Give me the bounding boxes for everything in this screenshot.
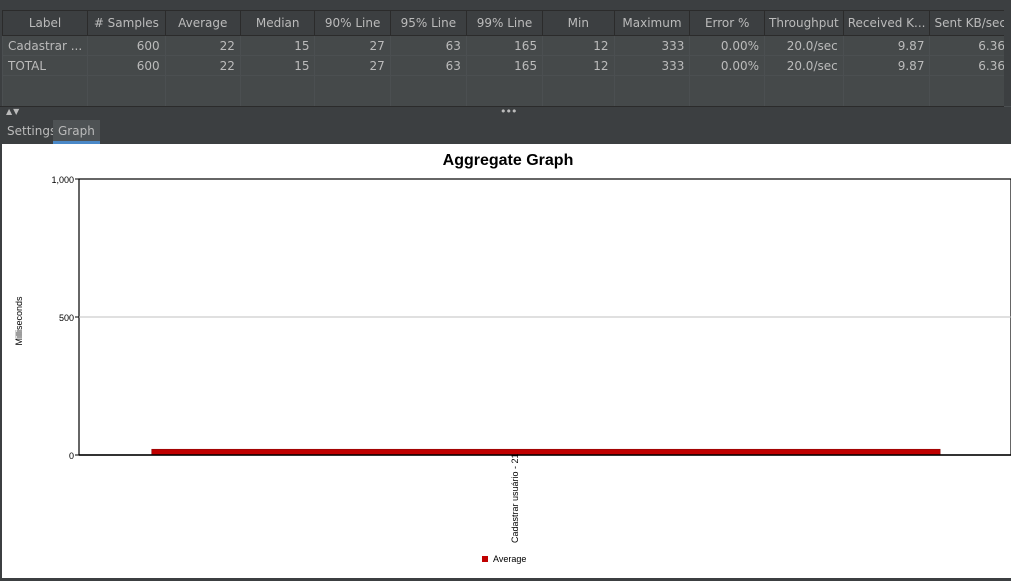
column-header-min[interactable]: Min: [542, 10, 615, 36]
aggregate-graph: Aggregate Graph Milliseconds 0 500 1,000 Ca…: [14, 152, 1011, 564]
y-tick-label: 500: [59, 313, 74, 323]
bar-label-0: Cadastrar usuário - 21: [510, 453, 520, 543]
column-header-99-line[interactable]: 99% Line: [465, 10, 544, 36]
cell-samples: 600: [87, 35, 166, 56]
column-header-received[interactable]: Received K...: [842, 10, 931, 36]
table-right-edge: [1004, 10, 1011, 106]
column-header-label[interactable]: Label: [1, 10, 89, 36]
results-table-panel: Label # Samples Average Median 90% Line …: [0, 0, 1011, 118]
column-header-90-line[interactable]: 90% Line: [314, 10, 391, 36]
y-tick-label: 0: [69, 451, 74, 461]
cell-error: 0.00%: [689, 55, 766, 76]
chart-title: Aggregate Graph: [443, 152, 574, 169]
cell-99-line: 165: [465, 55, 544, 76]
y-axis-label: Milliseconds: [14, 296, 24, 346]
drag-handle-icon[interactable]: •••: [500, 105, 517, 118]
tab-bar: Settings Graph: [0, 118, 1011, 144]
cell-throughput: 20.0/sec: [764, 35, 844, 56]
cell-90-line: 27: [314, 35, 391, 56]
cell-received: 9.87: [842, 55, 931, 76]
split-pane-divider[interactable]: ▲▼ •••: [0, 105, 1004, 118]
column-header-95-line[interactable]: 95% Line: [389, 10, 467, 36]
column-header-sent[interactable]: Sent KB/sec: [929, 10, 1011, 36]
cell-label: TOTAL: [1, 55, 89, 76]
cell-maximum: 333: [613, 55, 691, 76]
cell-average: 22: [164, 55, 241, 76]
cell-error: 0.00%: [689, 35, 766, 56]
column-header-average[interactable]: Average: [164, 10, 241, 36]
legend-label-average: Average: [493, 554, 526, 564]
cell-maximum: 333: [613, 35, 691, 56]
table-header-row: Label # Samples Average Median 90% Line …: [1, 10, 1011, 36]
cell-95-line: 63: [389, 55, 467, 76]
chart-legend: Average: [482, 554, 526, 564]
table-row[interactable]: Cadastrar ... 600 22 15 27 63 165 12 333…: [1, 35, 1011, 56]
cell-median: 15: [239, 35, 316, 56]
cell-median: 15: [239, 55, 316, 76]
collapse-arrows-icon[interactable]: ▲▼: [6, 107, 20, 116]
cell-samples: 600: [87, 55, 166, 76]
cell-90-line: 27: [314, 55, 391, 76]
cell-received: 9.87: [842, 35, 931, 56]
cell-sent: 6.36: [929, 35, 1011, 56]
aggregate-report-table: Label # Samples Average Median 90% Line …: [1, 10, 1011, 107]
cell-95-line: 63: [389, 35, 467, 56]
cell-label: Cadastrar ...: [1, 35, 89, 56]
legend-swatch-average: [482, 556, 488, 562]
bar-0: [151, 448, 941, 456]
cell-99-line: 165: [465, 35, 544, 56]
table-empty-row: [1, 75, 1011, 107]
cell-min: 12: [542, 55, 615, 76]
column-header-throughput[interactable]: Throughput: [764, 10, 844, 36]
graph-panel: Aggregate Graph Milliseconds 0 500 1,000 Ca…: [2, 144, 1011, 578]
cell-sent: 6.36: [929, 55, 1011, 76]
cell-min: 12: [542, 35, 615, 56]
column-header-maximum[interactable]: Maximum: [613, 10, 691, 36]
tab-graph[interactable]: Graph: [53, 120, 100, 144]
column-header-samples[interactable]: # Samples: [87, 10, 166, 36]
cell-average: 22: [164, 35, 241, 56]
cell-throughput: 20.0/sec: [764, 55, 844, 76]
column-header-median[interactable]: Median: [239, 10, 316, 36]
column-header-error[interactable]: Error %: [689, 10, 766, 36]
table-row[interactable]: TOTAL 600 22 15 27 63 165 12 333 0.00% 2…: [1, 55, 1011, 76]
y-tick-label: 1,000: [51, 175, 74, 185]
